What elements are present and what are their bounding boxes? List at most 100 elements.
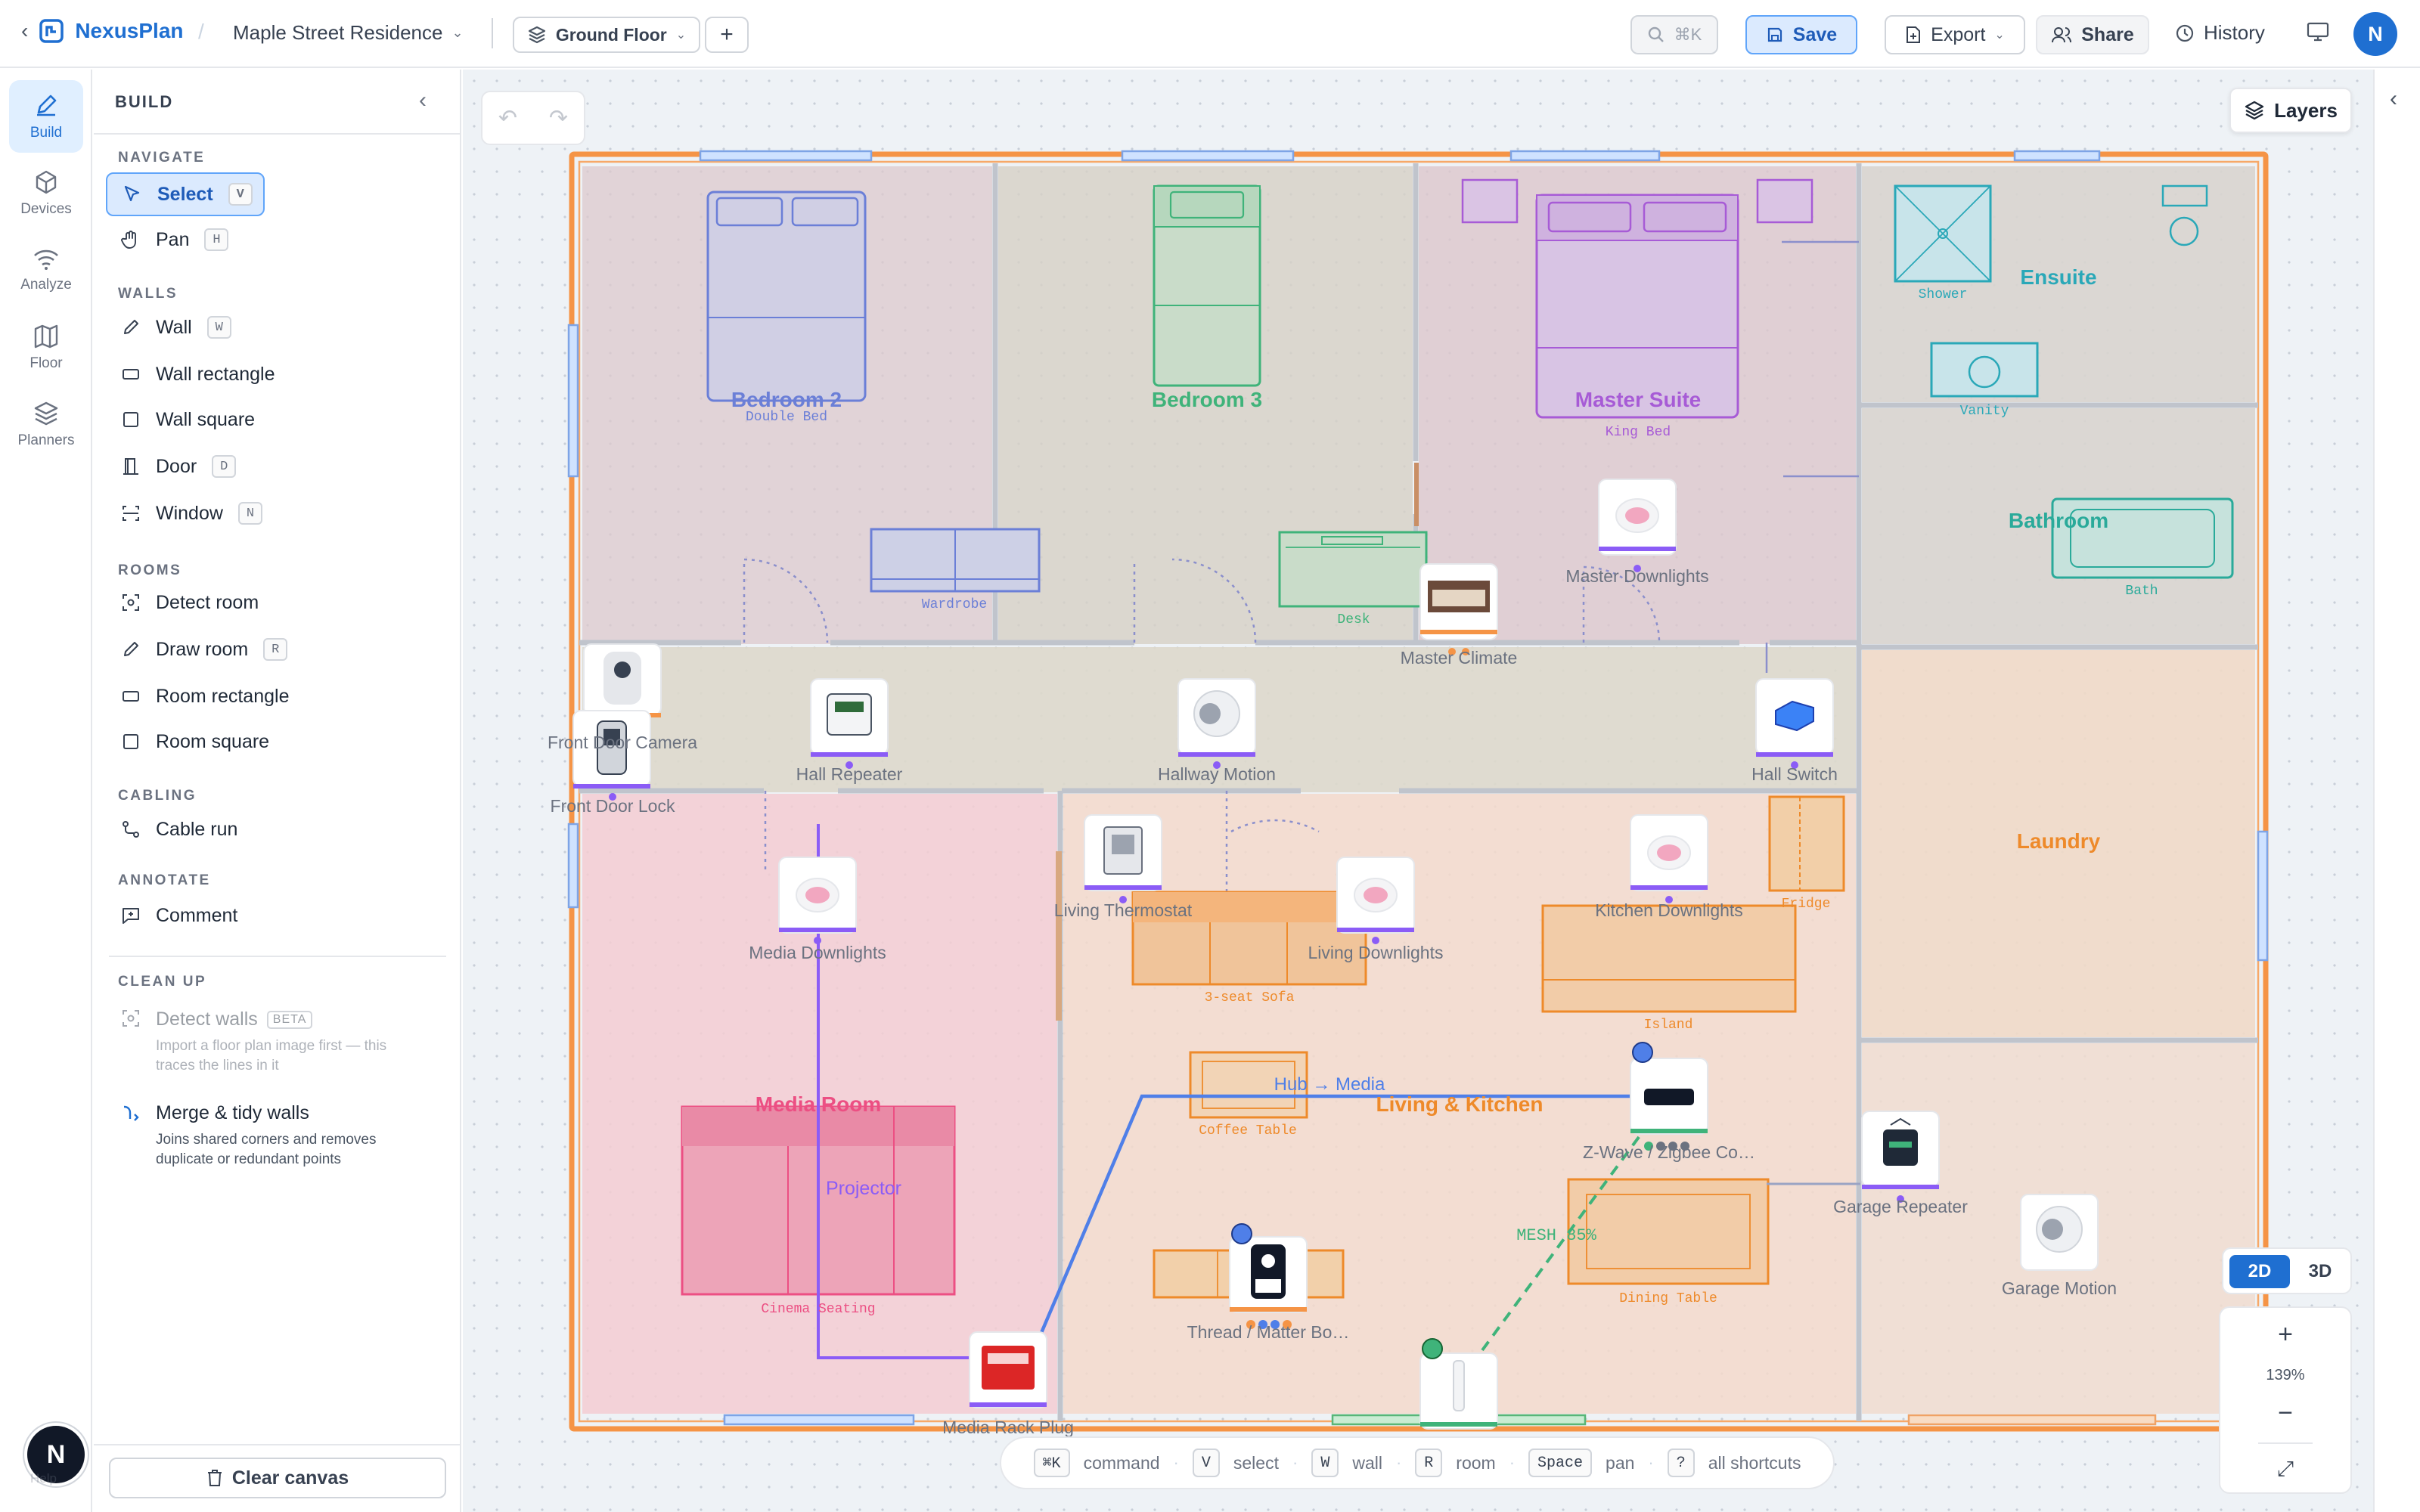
nightstand[interactable] (1461, 178, 1519, 224)
device-label: Hall Repeater (796, 764, 903, 784)
clock-icon (2176, 24, 2194, 42)
search-button[interactable]: ⌘K (1630, 15, 1718, 54)
zoom-out-button[interactable]: − (2220, 1394, 2350, 1432)
add-floor-button[interactable]: + (705, 17, 749, 53)
kitchen-island[interactable] (1541, 904, 1797, 1013)
device-living-thermostat[interactable] (1084, 814, 1162, 903)
furniture-label: Bath (2125, 584, 2158, 599)
detect-walls-tool[interactable]: Detect walls BETA Import a floor plan im… (121, 1009, 386, 1074)
clear-canvas-button[interactable]: Clear canvas (109, 1458, 446, 1498)
floor-selector[interactable]: Ground Floor ⌄ (513, 17, 700, 53)
device-garage-motion[interactable] (2020, 1194, 2099, 1271)
device-media-rack-plug[interactable] (969, 1331, 1047, 1408)
device-front-door-camera[interactable] (583, 643, 662, 717)
rail-item-floor[interactable]: Floor (9, 311, 83, 384)
zoom-controls: + 139% − ⤢ (2219, 1306, 2352, 1494)
breadcrumb-separator: / (198, 20, 204, 43)
mesh-strength-label: MESH 85% (1516, 1226, 1596, 1245)
wall-tool[interactable]: Wall W (106, 305, 231, 349)
wardrobe[interactable] (870, 528, 1041, 593)
app-name: NexusPlan (75, 19, 184, 42)
room-square-tool[interactable]: Room square (106, 720, 269, 764)
wall-rectangle-tool[interactable]: Wall rectangle (106, 352, 275, 396)
rail-item-planners[interactable]: Planners (9, 389, 83, 461)
device-media-downlights[interactable] (778, 857, 857, 944)
device-living-downlights[interactable] (1336, 857, 1415, 944)
rail-item-build[interactable]: Build (9, 80, 83, 153)
rectangle-icon (123, 691, 139, 702)
device-zwave-zigbee-coordinator[interactable] (1630, 1042, 1708, 1151)
room-rectangle-tool[interactable]: Room rectangle (106, 674, 289, 718)
vanity[interactable] (1930, 342, 2039, 398)
nightstand[interactable] (1756, 178, 1813, 224)
undo-icon[interactable]: ↶ (498, 105, 517, 132)
room-label-bedroom-2: Bedroom 2 (731, 388, 842, 411)
view-3d-button[interactable]: 3D (2290, 1255, 2350, 1288)
expand-icon: ⤢ (2276, 1456, 2294, 1480)
app-brand[interactable]: ‹ NexusPlan (21, 18, 184, 44)
divider (94, 1444, 461, 1445)
select-tool[interactable]: Select V (106, 172, 265, 216)
device-label: Front Door Camera (548, 733, 697, 752)
draw-room-tool[interactable]: Draw room R (106, 627, 288, 671)
shortcut-key: V (1192, 1448, 1220, 1477)
collapse-panel-icon[interactable]: ‹ (419, 88, 427, 113)
rail-item-analyze[interactable]: Analyze (9, 234, 83, 307)
redo-icon[interactable]: ↷ (549, 105, 568, 132)
floor-plan-canvas[interactable]: Bedroom 2 Bedroom 3 Master Suite Ensuite… (463, 70, 2373, 1512)
search-icon (1648, 26, 1664, 42)
view-2d-button[interactable]: 2D (2229, 1255, 2290, 1288)
device-front-door-lock[interactable] (572, 710, 651, 801)
project-selector[interactable]: Maple Street Residence ⌄ (233, 21, 464, 45)
wall-square-tool[interactable]: Wall square (106, 398, 255, 442)
shortcut-key: D (212, 455, 237, 478)
layers-button[interactable]: Layers (2229, 88, 2352, 133)
separator-dot: · (1173, 1453, 1179, 1472)
single-bed[interactable] (1153, 184, 1261, 387)
history-button[interactable]: History (2175, 21, 2265, 45)
device-hall-repeater[interactable] (810, 678, 889, 769)
floor-plan[interactable]: Bedroom 2 Bedroom 3 Master Suite Ensuite… (463, 70, 2373, 1512)
zoom-in-button[interactable]: + (2220, 1315, 2350, 1353)
device-kitchen-downlights[interactable] (1630, 814, 1708, 903)
preview-button[interactable] (2307, 21, 2329, 42)
chevron-left-icon[interactable]: ‹ (21, 19, 28, 43)
tool-description: duplicate or redundant points (156, 1151, 342, 1167)
shortcut-key: R (1415, 1448, 1443, 1477)
user-avatar[interactable]: N (2353, 12, 2397, 56)
layers-icon (2245, 101, 2264, 120)
tool-label: Room rectangle (156, 685, 290, 707)
cable-run-tool[interactable]: Cable run (106, 807, 237, 851)
desk[interactable] (1278, 531, 1428, 608)
trash-icon (207, 1470, 222, 1486)
detect-room-tool[interactable]: Detect room (106, 581, 259, 624)
shortcut-key: N (237, 502, 262, 525)
comment-tool[interactable]: Comment (106, 894, 237, 937)
save-button[interactable]: Save (1745, 15, 1857, 54)
expand-panel-icon[interactable]: ‹ (2390, 86, 2397, 112)
door-tool[interactable]: Door D (106, 445, 237, 488)
king-bed[interactable] (1535, 194, 1739, 419)
save-label: Save (1792, 23, 1838, 45)
share-button[interactable]: Share (2036, 15, 2149, 54)
device-hallway-motion[interactable] (1177, 678, 1256, 769)
pan-tool[interactable]: Pan H (106, 218, 229, 262)
double-bed[interactable] (706, 191, 867, 402)
room-label-media-room: Media Room (755, 1092, 881, 1116)
wifi-icon (34, 249, 58, 270)
fridge[interactable] (1768, 795, 1845, 892)
users-icon (2052, 27, 2072, 43)
device-garage-repeater[interactable] (1861, 1111, 1940, 1203)
tool-label: Select (157, 183, 213, 205)
layers-icon (528, 26, 545, 44)
shower[interactable] (1894, 184, 1992, 283)
merge-walls-tool[interactable]: Merge & tidy walls Joins shared corners … (121, 1102, 376, 1168)
export-button[interactable]: Export ⌄ (1885, 15, 2025, 54)
rail-item-devices[interactable]: Devices (9, 157, 83, 230)
fit-to-screen-button[interactable]: ⤢ (2220, 1450, 2350, 1488)
shortcut-label: select (1233, 1452, 1279, 1473)
device-hall-switch[interactable] (1755, 678, 1834, 769)
dining-table[interactable] (1567, 1178, 1770, 1285)
window-tool[interactable]: Window N (106, 491, 262, 535)
map-icon (34, 324, 58, 349)
